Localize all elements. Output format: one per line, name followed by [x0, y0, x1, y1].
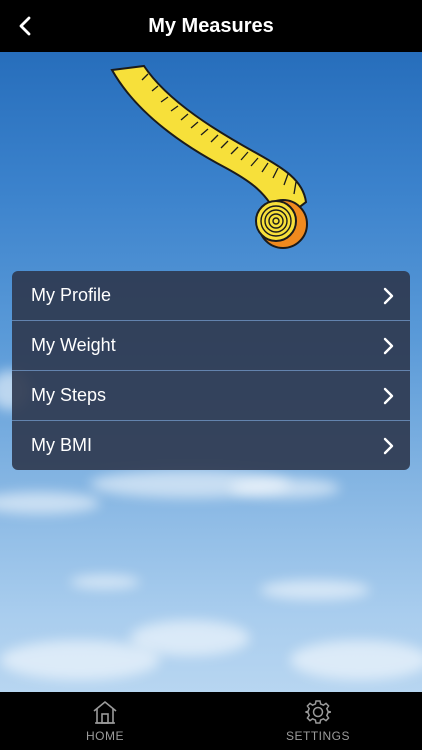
page-title: My Measures	[148, 14, 274, 37]
cloud	[290, 640, 422, 680]
menu-item-steps[interactable]: My Steps	[12, 371, 410, 421]
menu-item-label: My BMI	[31, 435, 92, 455]
menu-item-profile[interactable]: My Profile	[12, 271, 410, 321]
home-icon	[93, 701, 117, 724]
cloud	[260, 580, 370, 600]
cloud	[70, 575, 140, 589]
menu-item-weight[interactable]: My Weight	[12, 321, 410, 371]
measuring-tape-icon	[110, 64, 308, 249]
menu-item-label: My Weight	[31, 335, 116, 355]
cloud	[0, 640, 160, 680]
cloud	[0, 492, 100, 514]
chevron-right-icon	[383, 387, 394, 405]
measures-screen: My Measures My Profile My Weight My Step…	[0, 0, 422, 750]
tab-home-label: HOME	[86, 729, 124, 743]
tab-home[interactable]: HOME	[40, 692, 170, 750]
tab-settings[interactable]: SETTINGS	[253, 692, 383, 750]
chevron-right-icon	[383, 287, 394, 305]
measures-menu: My Profile My Weight My Steps My BMI	[12, 271, 410, 470]
nav-header: My Measures	[0, 0, 422, 52]
menu-item-label: My Profile	[31, 285, 112, 305]
cloud	[230, 478, 340, 498]
chevron-right-icon	[383, 437, 394, 455]
tab-settings-label: SETTINGS	[285, 729, 350, 743]
chevron-right-icon	[383, 337, 394, 355]
menu-item-label: My Steps	[31, 385, 107, 405]
chevron-left-icon[interactable]	[14, 14, 38, 38]
tab-bar: HOME SETTINGS	[0, 692, 422, 750]
menu-item-bmi[interactable]: My BMI	[12, 421, 410, 470]
gear-icon	[305, 700, 331, 724]
